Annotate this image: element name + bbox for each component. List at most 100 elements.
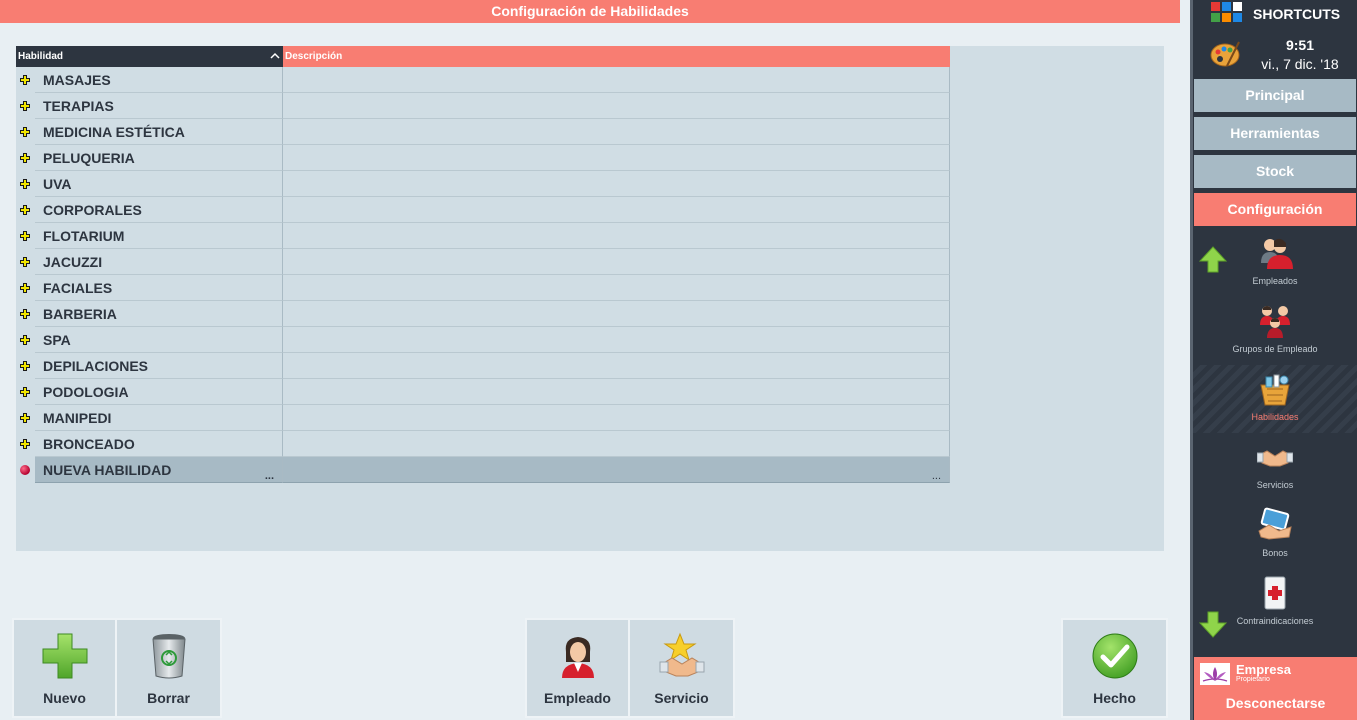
table-row[interactable]: FACIALES	[16, 275, 950, 301]
table-row[interactable]: CORPORALES	[16, 197, 950, 223]
cell-descripcion[interactable]	[283, 223, 950, 249]
cell-descripcion[interactable]	[283, 353, 950, 379]
new-skill-description-input[interactable]: ...	[283, 457, 950, 483]
nav-principal[interactable]: Principal	[1194, 79, 1356, 112]
column-header-habilidad[interactable]: Habilidad	[16, 46, 283, 67]
row-gutter[interactable]	[16, 301, 35, 327]
row-gutter[interactable]	[16, 93, 35, 119]
row-gutter[interactable]	[16, 145, 35, 171]
expand-plus-icon[interactable]	[20, 335, 30, 345]
cell-descripcion[interactable]	[283, 197, 950, 223]
cell-descripcion[interactable]	[283, 249, 950, 275]
nav-stock[interactable]: Stock	[1194, 155, 1356, 188]
table-row[interactable]: SPA	[16, 327, 950, 353]
row-gutter[interactable]	[16, 457, 35, 483]
shortcut-empleados[interactable]: Empleados	[1193, 229, 1357, 297]
row-gutter[interactable]	[16, 353, 35, 379]
cell-descripcion[interactable]	[283, 275, 950, 301]
empleado-button[interactable]: Empleado	[527, 620, 630, 716]
row-gutter[interactable]	[16, 197, 35, 223]
cell-descripcion[interactable]	[283, 93, 950, 119]
shortcut-servicios[interactable]: Servicios	[1193, 433, 1357, 501]
cell-habilidad[interactable]: PELUQUERIA	[35, 145, 283, 171]
edit-ellipsis-button[interactable]: ...	[265, 470, 274, 482]
cell-descripcion[interactable]	[283, 119, 950, 145]
new-skill-name-input[interactable]: NUEVA HABILIDAD ...	[35, 457, 283, 483]
column-header-descripcion[interactable]: Descripción	[283, 46, 950, 67]
row-gutter[interactable]	[16, 67, 35, 93]
shortcut-bonos[interactable]: Bonos	[1193, 501, 1357, 569]
cell-descripcion[interactable]	[283, 145, 950, 171]
cell-habilidad[interactable]: TERAPIAS	[35, 93, 283, 119]
nav-herramientas[interactable]: Herramientas	[1194, 117, 1356, 150]
table-row[interactable]: FLOTARIUM	[16, 223, 950, 249]
expand-plus-icon[interactable]	[20, 361, 30, 371]
cell-habilidad[interactable]: CORPORALES	[35, 197, 283, 223]
expand-plus-icon[interactable]	[20, 413, 30, 423]
row-gutter[interactable]	[16, 405, 35, 431]
expand-plus-icon[interactable]	[20, 101, 30, 111]
row-gutter[interactable]	[16, 275, 35, 301]
expand-plus-icon[interactable]	[20, 309, 30, 319]
shortcut-grupos-de-empleado[interactable]: Grupos de Empleado	[1193, 297, 1357, 365]
cell-habilidad[interactable]: BRONCEADO	[35, 431, 283, 457]
hecho-button[interactable]: Hecho	[1063, 620, 1166, 716]
expand-plus-icon[interactable]	[20, 179, 30, 189]
row-gutter[interactable]	[16, 327, 35, 353]
cell-habilidad[interactable]: UVA	[35, 171, 283, 197]
table-row[interactable]: BRONCEADO	[16, 431, 950, 457]
table-row[interactable]: PODOLOGIA	[16, 379, 950, 405]
cell-habilidad[interactable]: MEDICINA ESTÉTICA	[35, 119, 283, 145]
expand-plus-icon[interactable]	[20, 257, 30, 267]
cell-habilidad[interactable]: PODOLOGIA	[35, 379, 283, 405]
expand-plus-icon[interactable]	[20, 387, 30, 397]
nuevo-button[interactable]: Nuevo	[14, 620, 117, 716]
table-row[interactable]: UVA	[16, 171, 950, 197]
row-gutter[interactable]	[16, 119, 35, 145]
cell-descripcion[interactable]	[283, 405, 950, 431]
new-row[interactable]: NUEVA HABILIDAD ... ...	[16, 457, 950, 483]
cell-descripcion[interactable]	[283, 379, 950, 405]
table-row[interactable]: PELUQUERIA	[16, 145, 950, 171]
expand-plus-icon[interactable]	[20, 75, 30, 85]
cell-descripcion[interactable]	[283, 431, 950, 457]
logout-button[interactable]: Desconectarse	[1194, 695, 1357, 711]
cell-descripcion[interactable]	[283, 327, 950, 353]
servicio-button[interactable]: Servicio	[630, 620, 733, 716]
cell-habilidad[interactable]: BARBERIA	[35, 301, 283, 327]
cell-habilidad[interactable]: FACIALES	[35, 275, 283, 301]
cell-descripcion[interactable]	[283, 171, 950, 197]
row-gutter[interactable]	[16, 171, 35, 197]
row-gutter[interactable]	[16, 223, 35, 249]
scroll-down-arrow-icon[interactable]	[1199, 611, 1227, 639]
expand-plus-icon[interactable]	[20, 439, 30, 449]
expand-plus-icon[interactable]	[20, 153, 30, 163]
table-row[interactable]: TERAPIAS	[16, 93, 950, 119]
cell-habilidad[interactable]: FLOTARIUM	[35, 223, 283, 249]
table-row[interactable]: DEPILACIONES	[16, 353, 950, 379]
expand-plus-icon[interactable]	[20, 231, 30, 241]
table-row[interactable]: MANIPEDI	[16, 405, 950, 431]
nav-configuracion[interactable]: Configuración	[1194, 193, 1356, 226]
palette-icon[interactable]	[1209, 38, 1241, 70]
table-row[interactable]: MASAJES	[16, 67, 950, 93]
expand-plus-icon[interactable]	[20, 127, 30, 137]
cell-descripcion[interactable]	[283, 67, 950, 93]
shortcut-habilidades[interactable]: Habilidades	[1193, 365, 1357, 433]
expand-plus-icon[interactable]	[20, 283, 30, 293]
row-gutter[interactable]	[16, 379, 35, 405]
borrar-button[interactable]: Borrar	[117, 620, 220, 716]
cell-habilidad[interactable]: SPA	[35, 327, 283, 353]
row-gutter[interactable]	[16, 431, 35, 457]
table-row[interactable]: BARBERIA	[16, 301, 950, 327]
table-row[interactable]: MEDICINA ESTÉTICA	[16, 119, 950, 145]
cell-habilidad[interactable]: DEPILACIONES	[35, 353, 283, 379]
cell-habilidad[interactable]: JACUZZI	[35, 249, 283, 275]
cell-descripcion[interactable]	[283, 301, 950, 327]
cell-habilidad[interactable]: MASAJES	[35, 67, 283, 93]
cell-habilidad[interactable]: MANIPEDI	[35, 405, 283, 431]
table-row[interactable]: JACUZZI	[16, 249, 950, 275]
expand-plus-icon[interactable]	[20, 205, 30, 215]
edit-ellipsis-button[interactable]: ...	[932, 470, 941, 482]
row-gutter[interactable]	[16, 249, 35, 275]
